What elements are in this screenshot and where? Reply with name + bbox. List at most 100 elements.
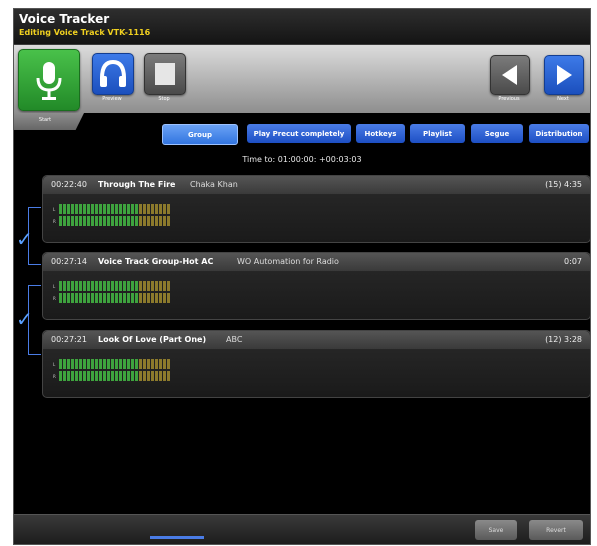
meter-segment (83, 293, 86, 303)
next-button[interactable] (544, 55, 584, 95)
meter-right-bars (59, 216, 170, 226)
meter-segment (99, 371, 102, 381)
meter-segment (119, 293, 122, 303)
preview-button[interactable] (92, 53, 134, 95)
meter-left-label: L (53, 362, 56, 367)
meter-segment (87, 216, 90, 226)
meter-segment (63, 359, 66, 369)
meter-segment (111, 281, 114, 291)
meter-left-bars (59, 281, 170, 291)
meter-segment (115, 204, 118, 214)
meter-segment (63, 293, 66, 303)
track-length: (12) 3:28 (545, 335, 582, 344)
meter-segment (83, 204, 86, 214)
meter-segment (111, 216, 114, 226)
track-title: Voice Track Group-Hot AC (98, 257, 214, 266)
meter-segment (103, 359, 106, 369)
meter-segment (115, 359, 118, 369)
meter-segment (107, 281, 110, 291)
tab-group[interactable]: Group (162, 124, 238, 145)
level-meter: L R (53, 281, 173, 305)
stop-icon (155, 63, 175, 85)
meter-segment (159, 359, 162, 369)
meter-segment (59, 216, 62, 226)
tab-hotkeys[interactable]: Hotkeys (356, 124, 405, 143)
meter-segment (167, 371, 170, 381)
headphones-icon (100, 59, 126, 87)
app-title: Voice Tracker (19, 12, 110, 26)
meter-segment (131, 281, 134, 291)
save-button[interactable]: Save (475, 520, 517, 540)
meter-segment (95, 204, 98, 214)
meter-segment (147, 359, 150, 369)
meter-segment (59, 359, 62, 369)
previous-button[interactable] (490, 55, 530, 95)
meter-segment (143, 359, 146, 369)
meter-segment (159, 216, 162, 226)
meter-segment (159, 281, 162, 291)
meter-segment (135, 371, 138, 381)
revert-button[interactable]: Revert (529, 520, 583, 540)
checkmark-icon[interactable]: ✓ (16, 307, 33, 331)
meter-segment (123, 204, 126, 214)
meter-segment (155, 281, 158, 291)
track-row[interactable]: 00:27:14 Voice Track Group-Hot AC WO Aut… (42, 252, 590, 320)
meter-segment (99, 281, 102, 291)
meter-segment (143, 281, 146, 291)
meter-segment (63, 371, 66, 381)
meter-segment (103, 216, 106, 226)
meter-segment (91, 204, 94, 214)
meter-segment (91, 281, 94, 291)
meter-segment (163, 216, 166, 226)
meter-segment (155, 359, 158, 369)
start-button[interactable] (18, 49, 80, 111)
tab-segue[interactable]: Segue (471, 124, 523, 143)
meter-segment (115, 293, 118, 303)
meter-segment (107, 204, 110, 214)
meter-segment (151, 281, 154, 291)
meter-segment (79, 293, 82, 303)
meter-segment (91, 216, 94, 226)
tab-play-precut-completely[interactable]: Play Precut completely (247, 124, 351, 143)
meter-segment (83, 216, 86, 226)
meter-segment (79, 216, 82, 226)
meter-right-label: R (53, 296, 56, 301)
track-artist: Chaka Khan (190, 180, 238, 189)
track-row[interactable]: 00:27:21 Look Of Love (Part One) ABC (12… (42, 330, 590, 398)
meter-segment (99, 216, 102, 226)
meter-segment (75, 216, 78, 226)
track-row[interactable]: 00:22:40 Through The Fire Chaka Khan (15… (42, 175, 590, 243)
tab-distribution[interactable]: Distribution (529, 124, 589, 143)
meter-left-bars (59, 359, 170, 369)
meter-segment (115, 371, 118, 381)
meter-segment (83, 371, 86, 381)
meter-segment (71, 359, 74, 369)
meter-right-bars (59, 371, 170, 381)
meter-left-bars (59, 204, 170, 214)
meter-segment (147, 293, 150, 303)
meter-segment (83, 281, 86, 291)
meter-segment (143, 371, 146, 381)
meter-segment (123, 359, 126, 369)
track-time: 00:22:40 (51, 180, 87, 189)
stop-button[interactable] (144, 53, 186, 95)
meter-segment (87, 293, 90, 303)
meter-segment (111, 371, 114, 381)
meter-segment (147, 216, 150, 226)
meter-right-label: R (53, 374, 56, 379)
tab-playlist[interactable]: Playlist (410, 124, 465, 143)
meter-segment (95, 293, 98, 303)
checkmark-icon[interactable]: ✓ (16, 227, 33, 251)
meter-segment (79, 281, 82, 291)
meter-segment (111, 359, 114, 369)
meter-segment (127, 204, 130, 214)
level-meter: L R (53, 204, 173, 228)
meter-segment (71, 204, 74, 214)
meter-segment (67, 293, 70, 303)
meter-segment (75, 293, 78, 303)
meter-segment (163, 371, 166, 381)
meter-segment (159, 204, 162, 214)
meter-segment (75, 281, 78, 291)
start-label: Start (38, 117, 52, 123)
meter-segment (67, 371, 70, 381)
